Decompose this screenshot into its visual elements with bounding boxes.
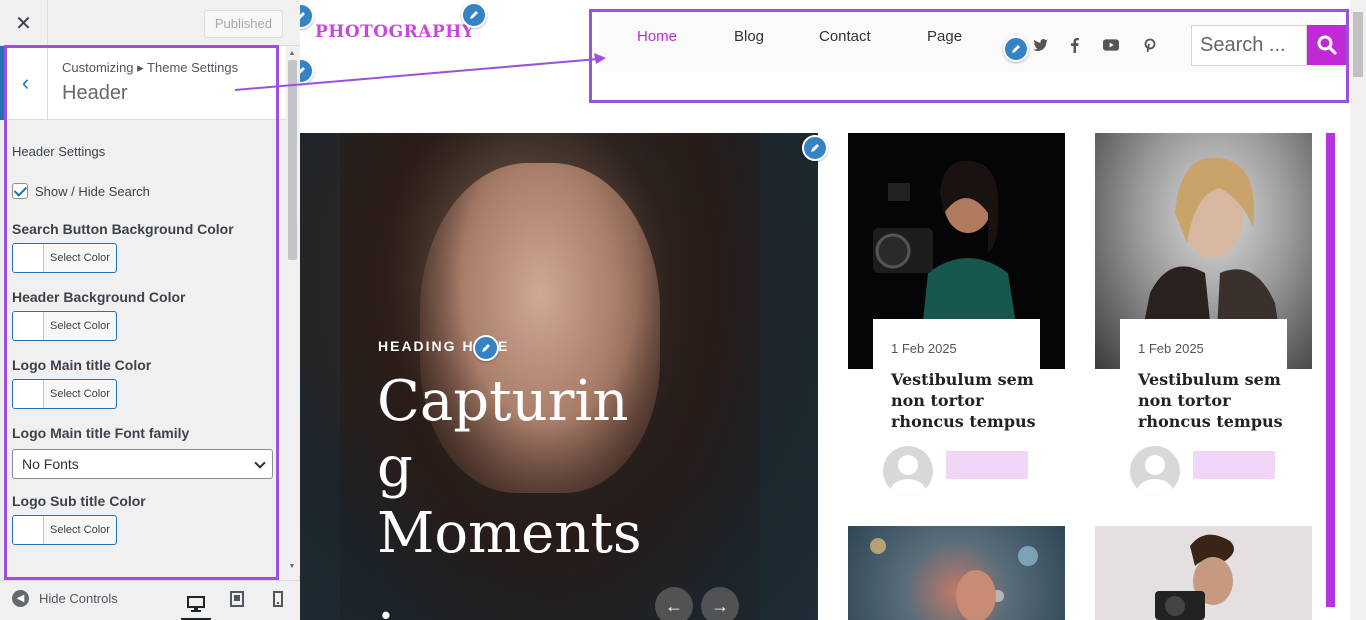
- color-swatch: [13, 380, 44, 408]
- preview-scrollbar[interactable]: [1350, 0, 1366, 620]
- edit-pencil-icon[interactable]: [473, 335, 499, 361]
- select-color-label: Select Color: [50, 388, 110, 400]
- show-hide-search-checkbox[interactable]: [12, 183, 28, 199]
- published-button: Published: [203, 10, 283, 38]
- header-bg-color-picker[interactable]: Select Color: [12, 311, 117, 341]
- post-meta: 1 Feb 2025: [873, 319, 1040, 369]
- hero-slider: HEADING HERE Capturing Moments. ← →: [300, 133, 818, 620]
- color-swatch: [13, 312, 44, 340]
- highlight-frame: [589, 9, 1349, 103]
- tablet-icon[interactable]: [227, 589, 247, 609]
- post-image[interactable]: [848, 526, 1065, 620]
- customizer-footer: ◀ Hide Controls: [0, 580, 300, 620]
- post-card[interactable]: 1 Feb 2025 Vestibulum sem non tortor rho…: [1095, 133, 1312, 513]
- panel-body: Header Settings Show / Hide Search Searc…: [0, 120, 286, 545]
- post-image[interactable]: [1095, 526, 1312, 620]
- logo-main-title-color-label: Logo Main title Color: [12, 357, 152, 373]
- desktop-icon[interactable]: [181, 589, 211, 620]
- chevron-down-icon: [254, 457, 266, 469]
- show-hide-search-row: Show / Hide Search: [12, 183, 274, 199]
- scroll-down-icon[interactable]: ▼: [287, 563, 297, 571]
- color-swatch: [13, 516, 44, 544]
- select-color-label: Select Color: [50, 252, 110, 264]
- post-date: 1 Feb 2025: [1138, 341, 1204, 356]
- post-author-placeholder: [1193, 451, 1275, 479]
- edit-pencil-icon[interactable]: [300, 58, 314, 84]
- breadcrumb: Customizing ▸ Theme Settings: [62, 60, 239, 75]
- hide-controls-icon: ◀: [12, 590, 29, 607]
- back-arrow-icon[interactable]: ‹: [0, 46, 48, 120]
- logo-font-family-value: No Fonts: [22, 456, 79, 472]
- search-button-bg-color-picker[interactable]: Select Color: [12, 243, 117, 273]
- edit-pencil-icon[interactable]: [461, 2, 487, 28]
- header-panel: ‹ Customizing ▸ Theme Settings Header He…: [0, 46, 286, 576]
- sidebar-scroll-thumb[interactable]: [288, 60, 297, 260]
- logo-font-family-label: Logo Main title Font family: [12, 425, 190, 441]
- scroll-up-icon[interactable]: ▲: [287, 50, 297, 58]
- logo-main-title-color-picker[interactable]: Select Color: [12, 379, 117, 409]
- avatar: [883, 446, 933, 496]
- post-meta: 1 Feb 2025: [1120, 319, 1287, 369]
- post-title[interactable]: Vestibulum sem non tortor rhoncus tempus: [891, 369, 1051, 432]
- hide-controls-button[interactable]: ◀ Hide Controls: [12, 590, 118, 607]
- section-title: Header Settings: [12, 144, 106, 159]
- logo-font-family-select[interactable]: No Fonts: [12, 449, 273, 479]
- select-color-label: Select Color: [50, 320, 110, 332]
- show-hide-search-label: Show / Hide Search: [35, 183, 150, 199]
- site-logo[interactable]: PHOTOGRAPHY: [315, 22, 474, 42]
- header-bg-color-label: Header Background Color: [12, 289, 186, 305]
- logo-sub-title-color-picker[interactable]: Select Color: [12, 515, 117, 545]
- customizer-sidebar: ✕ Published ‹ Customizing ▸ Theme Settin…: [0, 0, 300, 620]
- panel-header: ‹ Customizing ▸ Theme Settings Header: [0, 46, 286, 120]
- preview-scroll-thumb[interactable]: [1353, 12, 1363, 77]
- avatar: [1130, 446, 1180, 496]
- customizer-screen: ✕ Published ‹ Customizing ▸ Theme Settin…: [0, 0, 1366, 620]
- panel-title: Header: [62, 82, 128, 104]
- edit-pencil-icon[interactable]: [300, 3, 314, 29]
- select-color-label: Select Color: [50, 524, 110, 536]
- slider-prev-icon[interactable]: ←: [655, 587, 693, 620]
- search-button-bg-color-label: Search Button Background Color: [12, 221, 234, 237]
- mobile-icon[interactable]: [268, 589, 288, 609]
- color-swatch: [13, 244, 44, 272]
- hero-title: Capturing Moments.: [377, 369, 642, 620]
- logo-sub-title-color-label: Logo Sub title Color: [12, 493, 146, 509]
- accent-bar: [1326, 133, 1335, 607]
- slider-next-icon[interactable]: →: [701, 587, 739, 620]
- post-card[interactable]: 1 Feb 2025 Vestibulum sem non tortor rho…: [848, 133, 1065, 513]
- post-author-placeholder: [946, 451, 1028, 479]
- post-title[interactable]: Vestibulum sem non tortor rhoncus tempus: [1138, 369, 1298, 432]
- site-preview: PHOTOGRAPHY Home Blog Contact Page Searc…: [300, 0, 1366, 620]
- edit-pencil-icon[interactable]: [802, 135, 828, 161]
- post-date: 1 Feb 2025: [891, 341, 957, 356]
- close-icon[interactable]: ✕: [0, 0, 48, 46]
- customizer-header: ✕ Published: [0, 0, 300, 46]
- hide-controls-label: Hide Controls: [39, 591, 118, 606]
